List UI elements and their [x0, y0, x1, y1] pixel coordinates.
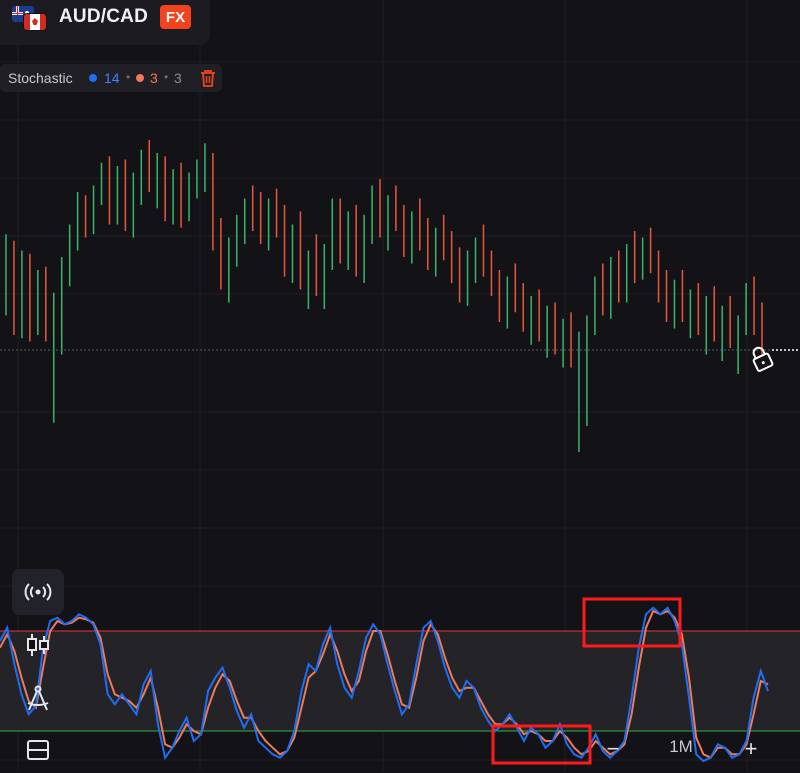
chart-canvas[interactable]	[0, 0, 800, 771]
broadcast-icon	[24, 583, 52, 601]
canada-flag-icon	[24, 14, 46, 30]
d-period-value: 3	[174, 70, 182, 86]
fx-badge: FX	[160, 5, 191, 29]
pair-name: AUD/CAD	[59, 6, 149, 27]
layout-button[interactable]	[12, 727, 64, 773]
k-period-value: 14	[104, 70, 120, 86]
d-color-dot	[136, 74, 144, 82]
separator-dot: •	[126, 70, 131, 84]
drawing-tools-button[interactable]	[12, 675, 64, 721]
highlight-box-oversold	[491, 724, 592, 765]
indicator-legend[interactable]: Stochastic 14 • 3 • 3	[0, 64, 222, 92]
delete-indicator-button[interactable]	[194, 64, 222, 92]
drawing-compass-icon	[27, 685, 49, 711]
pair-header[interactable]: AUD/CAD FX	[0, 0, 210, 45]
signals-button[interactable]	[12, 569, 64, 615]
separator-dot: •	[164, 70, 169, 84]
pair-flags-icon	[12, 6, 46, 30]
chart-type-button[interactable]	[12, 622, 64, 668]
k-color-dot	[89, 74, 97, 82]
price-alert-lock-icon[interactable]	[749, 345, 774, 372]
zoom-out-button[interactable]: −	[598, 727, 628, 771]
candlestick-series	[5, 140, 763, 452]
indicator-name: Stochastic	[8, 70, 73, 86]
zoom-controls: − 1M +	[598, 727, 788, 771]
k-smoothing-value: 3	[150, 70, 158, 86]
candles-icon	[27, 634, 49, 656]
trash-icon	[201, 70, 215, 87]
timeframe-label[interactable]: 1M	[656, 737, 706, 757]
zoom-in-button[interactable]: +	[736, 727, 766, 771]
layout-split-icon	[27, 740, 49, 760]
